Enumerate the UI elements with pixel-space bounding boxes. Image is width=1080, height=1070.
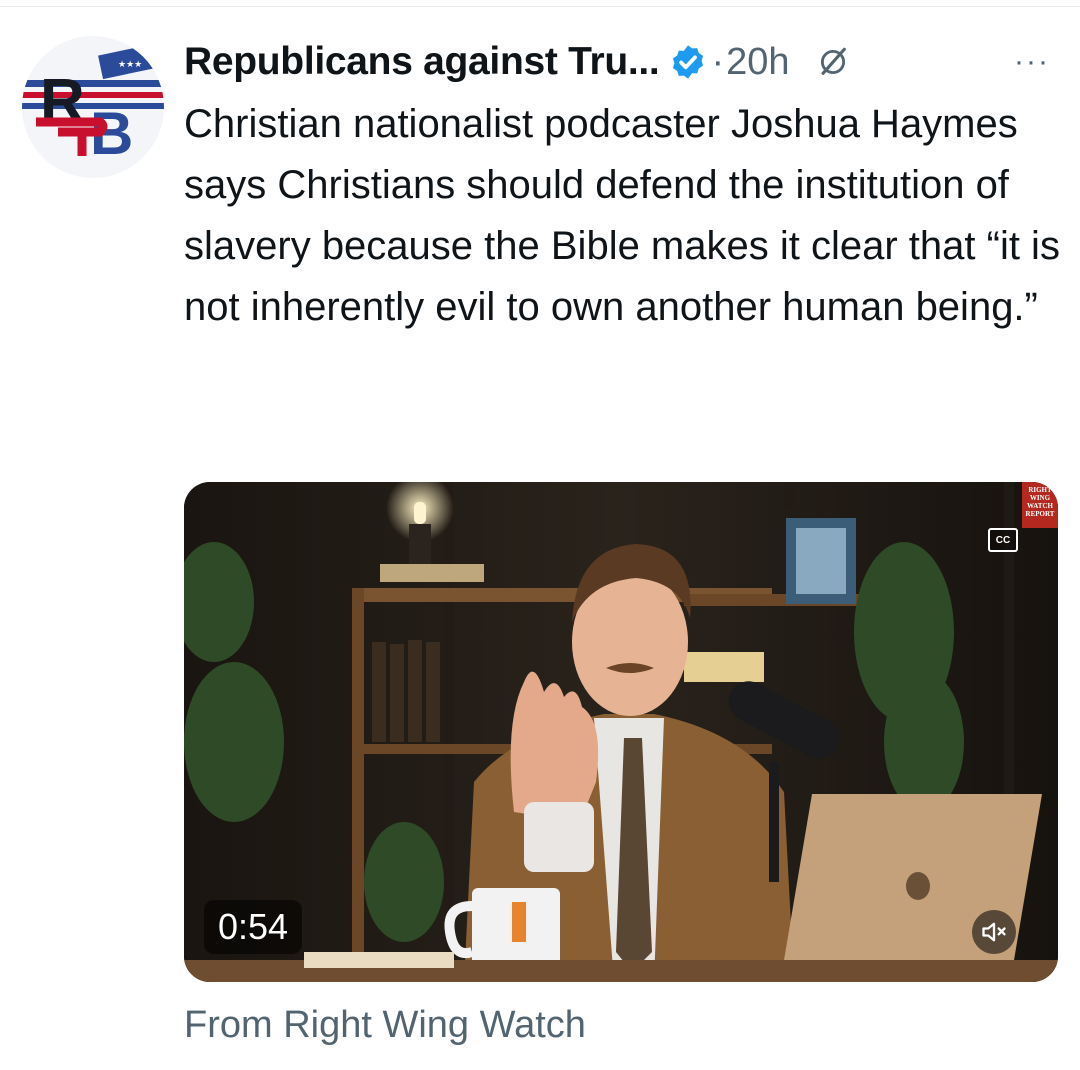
top-divider bbox=[0, 6, 1080, 7]
watermark-line: REPORT bbox=[1025, 510, 1055, 518]
media-source-attribution: From Right Wing Watch bbox=[184, 1004, 586, 1046]
closed-captions-icon[interactable]: CC bbox=[988, 528, 1018, 552]
watermark-line: RIGHT bbox=[1028, 486, 1052, 494]
video-player[interactable]: RIGHT WING WATCH REPORT CC 0:54 bbox=[184, 482, 1058, 982]
more-icon[interactable]: ··· bbox=[1014, 36, 1050, 88]
verified-badge-icon bbox=[669, 43, 707, 81]
tweet-header: Republicans against Tru... · 20h ··· bbox=[184, 36, 1062, 88]
watermark-line: WATCH bbox=[1027, 502, 1053, 510]
svg-text:★★★: ★★★ bbox=[118, 60, 142, 70]
timestamp[interactable]: 20h bbox=[726, 41, 789, 84]
header-separator: · bbox=[711, 40, 725, 83]
tweet-text: Christian nationalist podcaster Joshua H… bbox=[184, 102, 1060, 329]
watermark-logo: RIGHT WING WATCH REPORT bbox=[1022, 482, 1058, 528]
video-thumbnail bbox=[184, 482, 1058, 982]
video-duration: 0:54 bbox=[204, 900, 303, 954]
watermark-line: WING bbox=[1029, 494, 1051, 502]
mute-icon[interactable] bbox=[972, 910, 1016, 954]
author-avatar[interactable]: ★★★ R B bbox=[22, 36, 164, 178]
grok-icon[interactable] bbox=[816, 45, 850, 79]
author-name[interactable]: Republicans against Tru... bbox=[184, 40, 660, 84]
avatar-logo-image: ★★★ R B bbox=[22, 36, 164, 178]
